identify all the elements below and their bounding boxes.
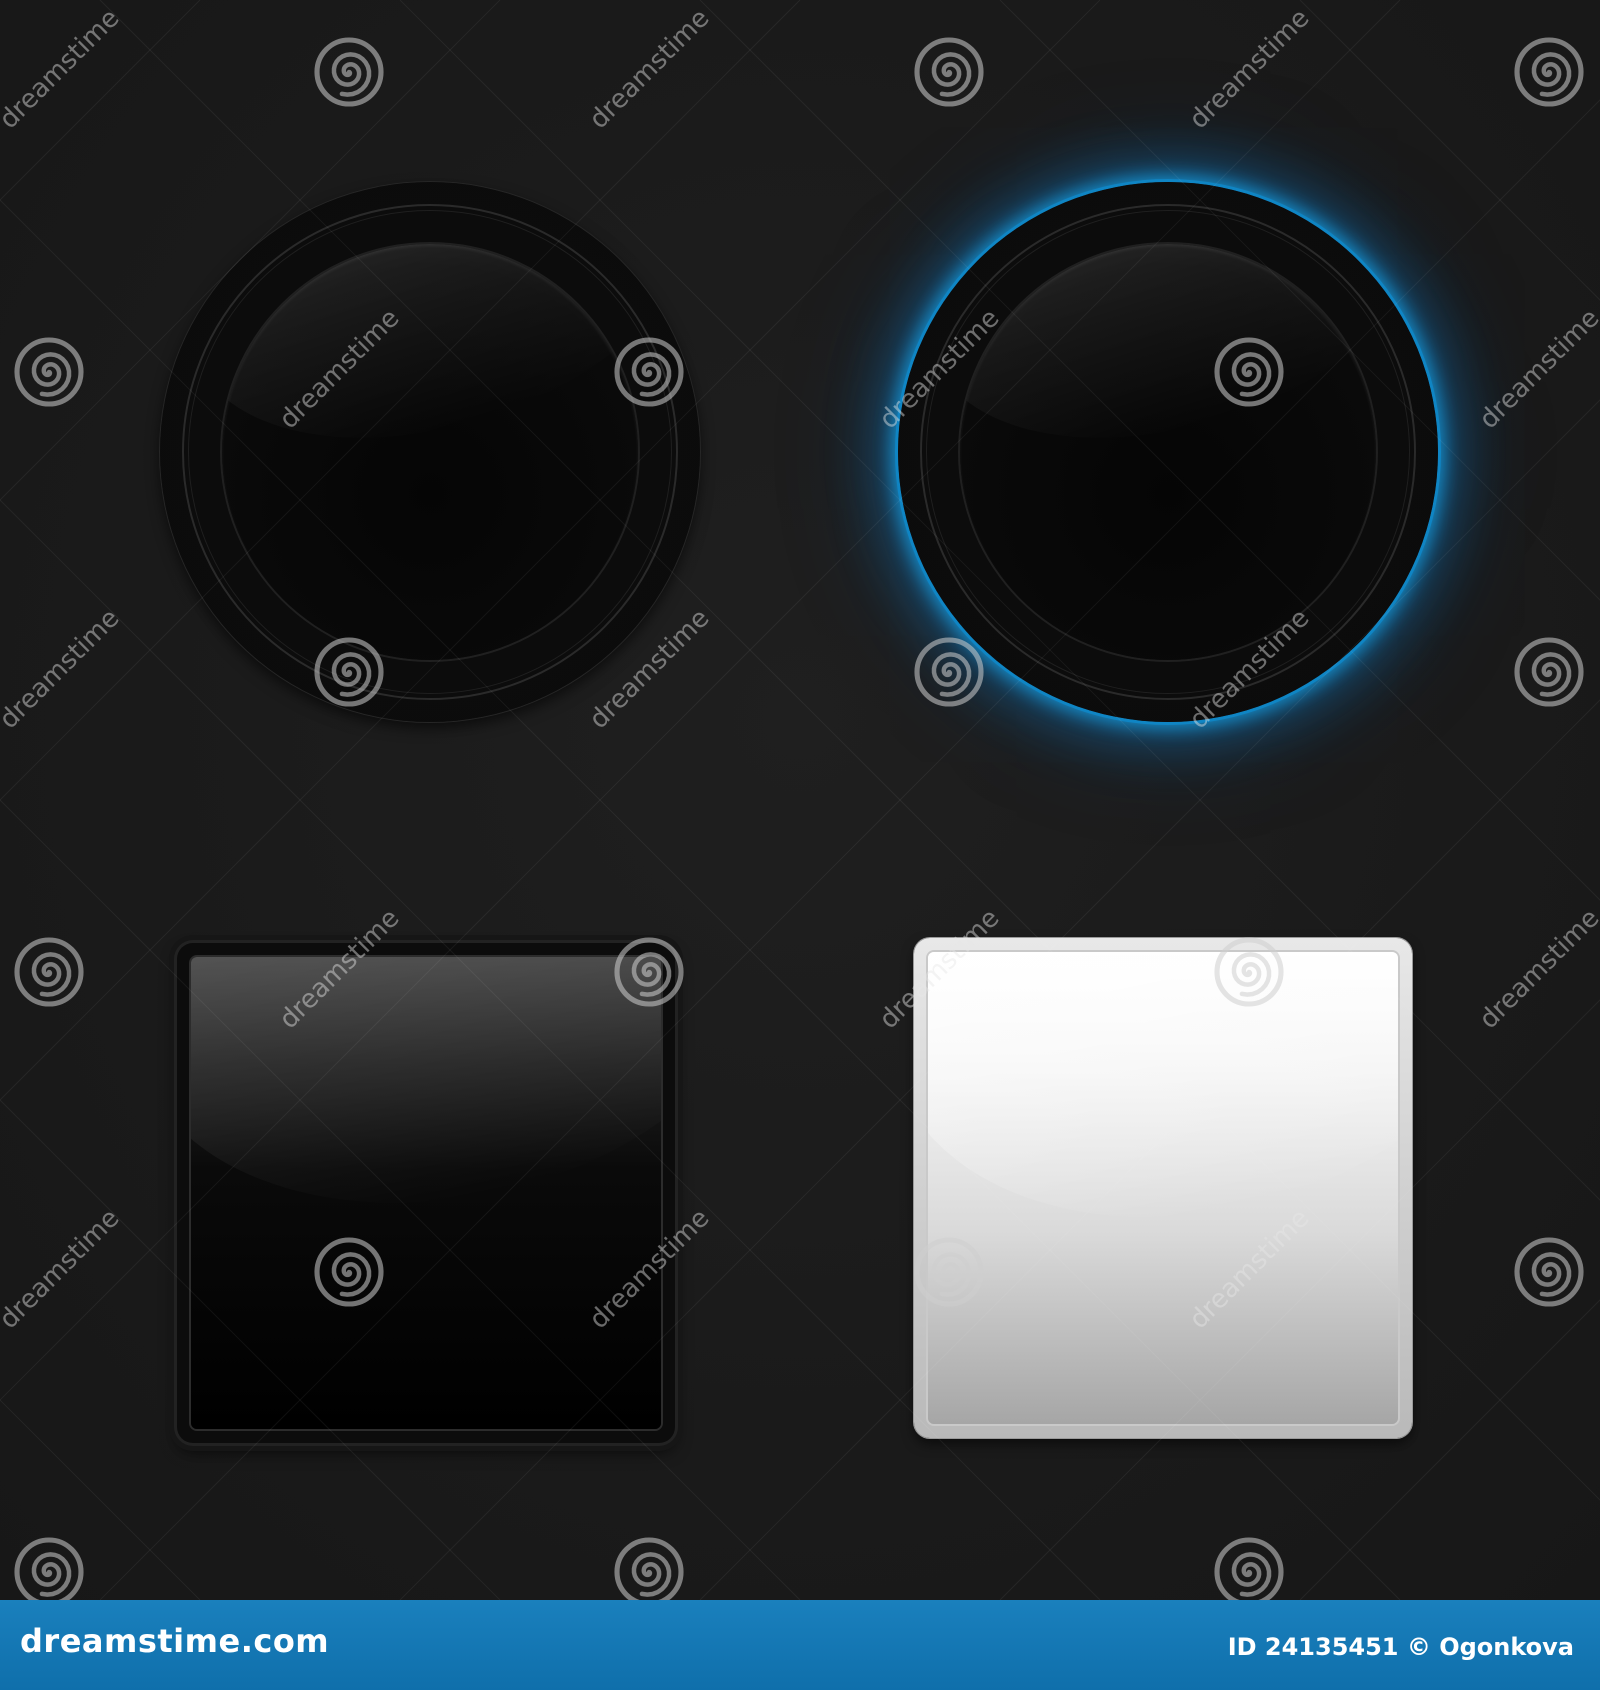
watermark-brand-text: dreamstime <box>0 603 125 735</box>
square-button-face <box>191 957 661 1429</box>
image-credit: ID 24135451 © Ogonkova <box>1227 1633 1574 1661</box>
round-button-cap <box>222 244 638 660</box>
dreamstime-spiral-icon <box>1514 637 1584 707</box>
watermark-brand-text: dreamstime <box>0 3 125 135</box>
dreamstime-spiral-icon <box>14 1537 84 1600</box>
round-button-cap <box>960 244 1376 660</box>
dreamstime-spiral-icon <box>14 937 84 1007</box>
watermark-brand-text: dreamstime <box>0 1203 125 1335</box>
dreamstime-spiral-icon <box>1214 1537 1284 1600</box>
dreamstime-spiral-icon <box>1514 37 1584 107</box>
round-button-off[interactable] <box>160 182 700 722</box>
button-showcase: dreamstime dreamstime dreamstime dreamstime… <box>0 0 1600 1600</box>
dreamstime-spiral-icon <box>914 637 984 707</box>
dreamstime-spiral-icon <box>14 337 84 407</box>
watermark-brand-text: dreamstime <box>1474 903 1600 1035</box>
watermark-brand-text: dreamstime <box>1184 3 1316 135</box>
watermark-brand-text: dreamstime <box>1474 303 1600 435</box>
gloss-highlight <box>928 952 1398 1272</box>
square-button-face <box>928 952 1398 1424</box>
gloss-highlight <box>222 244 638 498</box>
site-name: dreamstime.com <box>20 1622 330 1660</box>
gloss-highlight <box>191 957 661 1259</box>
dreamstime-spiral-icon <box>1514 1237 1584 1307</box>
square-button-black[interactable] <box>177 943 675 1443</box>
footer-bar: dreamstime.com ID 24135451 © Ogonkova <box>0 1600 1600 1690</box>
round-button-on-glowing[interactable] <box>898 182 1438 722</box>
square-button-white[interactable] <box>914 938 1412 1438</box>
dreamstime-spiral-icon <box>614 1537 684 1600</box>
dreamstime-spiral-icon <box>914 37 984 107</box>
gloss-highlight <box>960 244 1376 498</box>
watermark-brand-text: dreamstime <box>584 3 716 135</box>
dreamstime-spiral-icon <box>314 37 384 107</box>
